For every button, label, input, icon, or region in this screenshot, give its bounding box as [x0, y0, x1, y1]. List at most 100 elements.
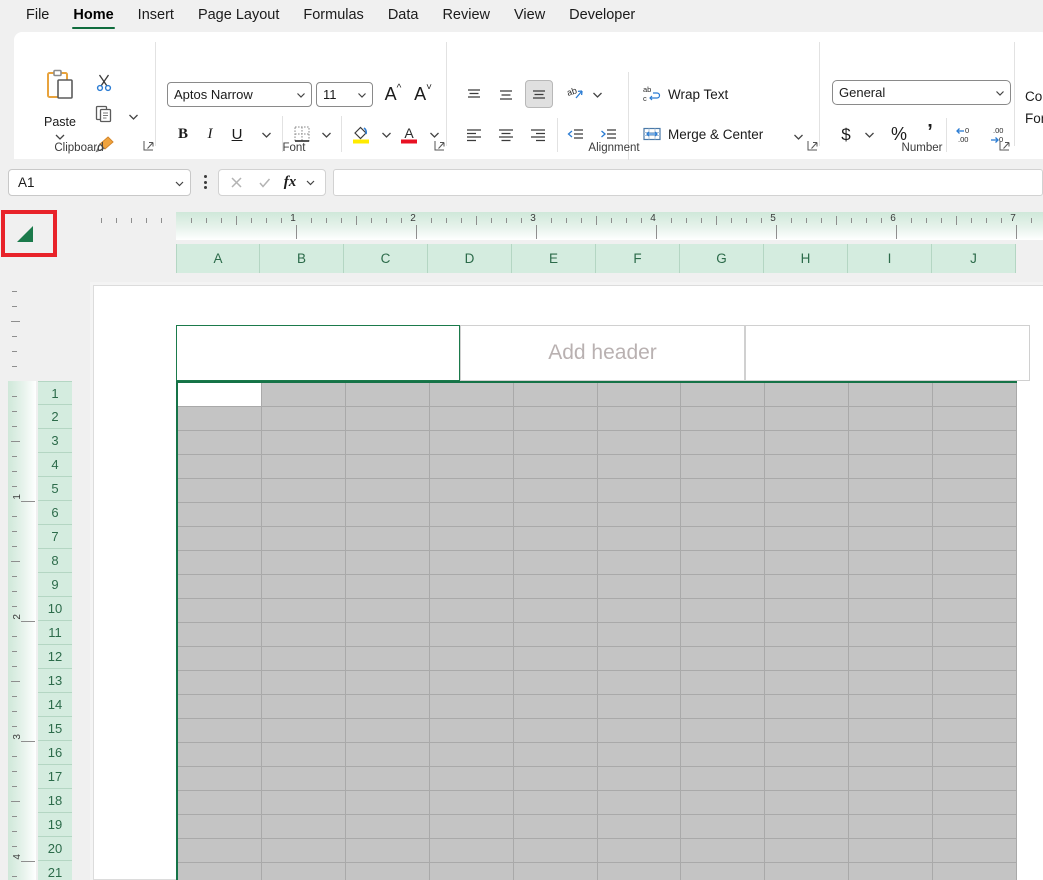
cell-B8[interactable]	[262, 551, 346, 575]
vertical-ruler[interactable]: 1234	[8, 282, 36, 880]
cell-I3[interactable]	[849, 431, 933, 455]
row-header-18[interactable]: 18	[38, 789, 72, 813]
align-left-button[interactable]	[461, 122, 487, 147]
cell-I12[interactable]	[849, 647, 933, 671]
tab-page-layout[interactable]: Page Layout	[186, 3, 291, 29]
cell-B15[interactable]	[262, 719, 346, 743]
cell-B12[interactable]	[262, 647, 346, 671]
orientation-button[interactable]: ab	[562, 82, 588, 107]
cell-E21[interactable]	[514, 863, 598, 880]
cell-B20[interactable]	[262, 839, 346, 863]
cell-E16[interactable]	[514, 743, 598, 767]
cell-C6[interactable]	[346, 503, 430, 527]
cell-D2[interactable]	[430, 407, 514, 431]
cell-H5[interactable]	[765, 479, 849, 503]
cell-B7[interactable]	[262, 527, 346, 551]
cell-B1[interactable]	[262, 383, 346, 407]
cell-J9[interactable]	[933, 575, 1017, 599]
font-color-button[interactable]: A	[396, 121, 422, 147]
cell-J7[interactable]	[933, 527, 1017, 551]
cell-E20[interactable]	[514, 839, 598, 863]
cell-D19[interactable]	[430, 815, 514, 839]
bold-button[interactable]: B	[171, 122, 195, 146]
cell-B16[interactable]	[262, 743, 346, 767]
cell-I10[interactable]	[849, 599, 933, 623]
cell-A5[interactable]	[178, 479, 262, 503]
cell-A2[interactable]	[178, 407, 262, 431]
column-header-G[interactable]: G	[680, 244, 764, 273]
cell-A21[interactable]	[178, 863, 262, 880]
cell-I18[interactable]	[849, 791, 933, 815]
header-section-center[interactable]: Add header	[460, 325, 745, 381]
cell-I5[interactable]	[849, 479, 933, 503]
cell-A15[interactable]	[178, 719, 262, 743]
row-header-15[interactable]: 15	[38, 717, 72, 741]
orientation-chevron-down-icon[interactable]	[591, 88, 604, 101]
alignment-dialog-launcher[interactable]	[806, 139, 820, 153]
row-header-4[interactable]: 4	[38, 453, 72, 477]
row-header-8[interactable]: 8	[38, 549, 72, 573]
column-header-D[interactable]: D	[428, 244, 512, 273]
cell-H2[interactable]	[765, 407, 849, 431]
cell-I13[interactable]	[849, 671, 933, 695]
cell-E6[interactable]	[514, 503, 598, 527]
cell-B14[interactable]	[262, 695, 346, 719]
cell-D15[interactable]	[430, 719, 514, 743]
cell-B5[interactable]	[262, 479, 346, 503]
cell-F3[interactable]	[598, 431, 682, 455]
cell-A4[interactable]	[178, 455, 262, 479]
cell-B2[interactable]	[262, 407, 346, 431]
cell-B9[interactable]	[262, 575, 346, 599]
cell-I19[interactable]	[849, 815, 933, 839]
cell-F1[interactable]	[598, 383, 682, 407]
cell-E11[interactable]	[514, 623, 598, 647]
copy-button[interactable]	[92, 102, 116, 126]
cell-D7[interactable]	[430, 527, 514, 551]
cell-D16[interactable]	[430, 743, 514, 767]
column-header-H[interactable]: H	[764, 244, 848, 273]
cell-H9[interactable]	[765, 575, 849, 599]
number-dialog-launcher[interactable]	[998, 139, 1012, 153]
header-section-left[interactable]	[176, 325, 460, 381]
tab-developer[interactable]: Developer	[557, 3, 647, 29]
align-center-button[interactable]	[493, 122, 519, 147]
row-header-17[interactable]: 17	[38, 765, 72, 789]
cell-C4[interactable]	[346, 455, 430, 479]
cell-I15[interactable]	[849, 719, 933, 743]
cell-F16[interactable]	[598, 743, 682, 767]
cell-I8[interactable]	[849, 551, 933, 575]
cell-B21[interactable]	[262, 863, 346, 880]
cell-F21[interactable]	[598, 863, 682, 880]
cell-A9[interactable]	[178, 575, 262, 599]
row-header-6[interactable]: 6	[38, 501, 72, 525]
cell-D20[interactable]	[430, 839, 514, 863]
row-header-7[interactable]: 7	[38, 525, 72, 549]
cell-A8[interactable]	[178, 551, 262, 575]
cell-grid[interactable]	[176, 381, 1017, 880]
cell-B19[interactable]	[262, 815, 346, 839]
cell-H12[interactable]	[765, 647, 849, 671]
header-section-right[interactable]	[745, 325, 1030, 381]
cell-E10[interactable]	[514, 599, 598, 623]
align-top-button[interactable]	[461, 82, 487, 107]
fill-color-chevron-down-icon[interactable]	[380, 128, 393, 141]
cell-G12[interactable]	[681, 647, 765, 671]
column-header-J[interactable]: J	[932, 244, 1016, 273]
cell-H14[interactable]	[765, 695, 849, 719]
cell-I1[interactable]	[849, 383, 933, 407]
cell-I17[interactable]	[849, 767, 933, 791]
cell-E13[interactable]	[514, 671, 598, 695]
cell-H13[interactable]	[765, 671, 849, 695]
borders-chevron-down-icon[interactable]	[320, 128, 333, 141]
formula-input[interactable]	[333, 169, 1043, 196]
cell-H19[interactable]	[765, 815, 849, 839]
cell-I9[interactable]	[849, 575, 933, 599]
cell-E17[interactable]	[514, 767, 598, 791]
cell-A16[interactable]	[178, 743, 262, 767]
cell-H1[interactable]	[765, 383, 849, 407]
cell-D4[interactable]	[430, 455, 514, 479]
cell-D3[interactable]	[430, 431, 514, 455]
cell-I14[interactable]	[849, 695, 933, 719]
cell-H8[interactable]	[765, 551, 849, 575]
cell-J2[interactable]	[933, 407, 1017, 431]
